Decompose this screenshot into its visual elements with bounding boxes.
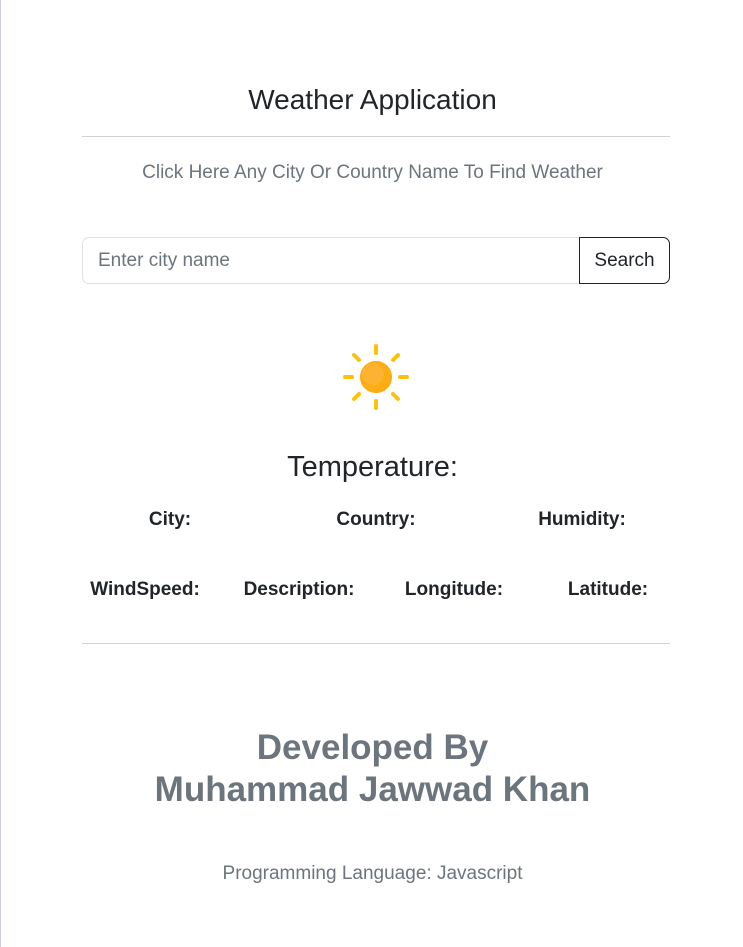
country-label: Country: bbox=[336, 509, 416, 530]
city-label: City: bbox=[148, 509, 192, 530]
description-label: Description: bbox=[243, 579, 355, 600]
page-title: Weather Application bbox=[248, 84, 497, 115]
instruction-text: Click Here Any City Or Country Name To F… bbox=[142, 162, 603, 183]
search-button[interactable]: Search bbox=[579, 237, 670, 284]
humidity-label: Humidity: bbox=[538, 509, 626, 530]
longitude-label: Longitude: bbox=[404, 579, 504, 600]
city-search-input[interactable] bbox=[82, 237, 579, 284]
windspeed-label: WindSpeed: bbox=[90, 579, 200, 600]
sun-icon bbox=[343, 344, 409, 410]
developer-credit: Developed By Muhammad Jawwad Khan bbox=[1, 727, 743, 811]
app-window: Weather Application Click Here Any City … bbox=[0, 0, 743, 947]
programming-language-text: Programming Language: Javascript bbox=[222, 863, 523, 884]
bottom-divider bbox=[82, 643, 670, 644]
developed-by-text: Developed By bbox=[256, 728, 489, 767]
top-divider bbox=[82, 136, 670, 137]
developer-name: Muhammad Jawwad Khan bbox=[154, 770, 591, 809]
search-bar: Search bbox=[82, 237, 670, 284]
latitude-label: Latitude: bbox=[567, 579, 649, 600]
temperature-label: Temperature: bbox=[287, 451, 458, 483]
